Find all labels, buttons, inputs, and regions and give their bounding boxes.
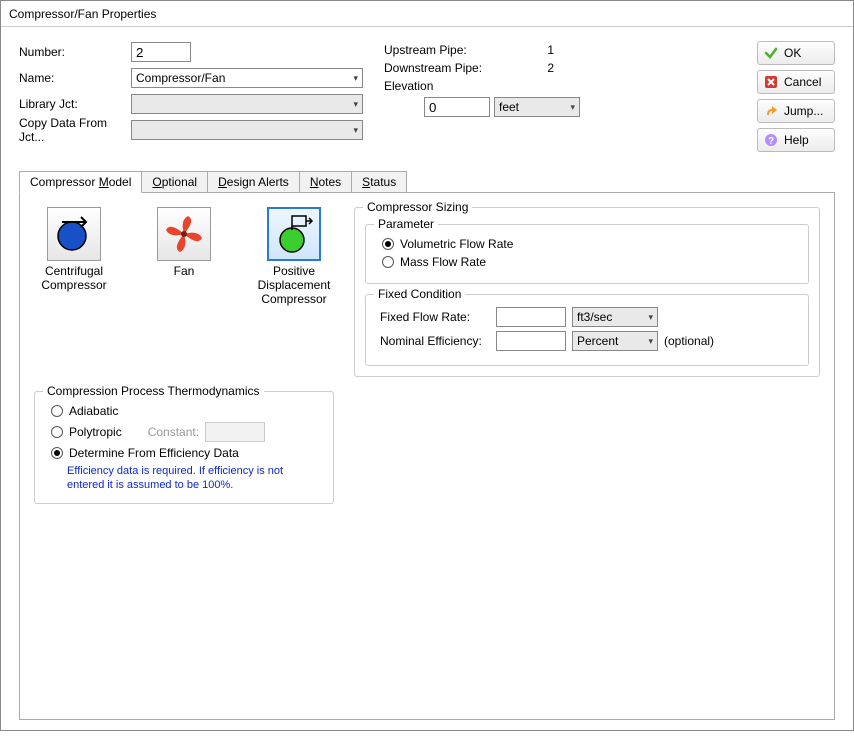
centrifugal-icon bbox=[47, 207, 101, 261]
library-combo[interactable]: ▾ bbox=[131, 94, 363, 114]
help-button-label: Help bbox=[784, 133, 809, 147]
svg-text:?: ? bbox=[768, 136, 774, 147]
radio-icon bbox=[382, 238, 394, 250]
jump-button[interactable]: Jump... bbox=[757, 99, 835, 123]
help-icon: ? bbox=[764, 133, 778, 147]
tab-design-alerts[interactable]: Design Alerts bbox=[207, 171, 300, 192]
number-label: Number: bbox=[19, 45, 131, 59]
fan-icon bbox=[157, 207, 211, 261]
upstream-label: Upstream Pipe: bbox=[384, 43, 524, 57]
compressor-sizing-group: Compressor Sizing Parameter Volumetric F… bbox=[354, 207, 820, 377]
model-fan-label: Fan bbox=[174, 265, 195, 279]
model-fan[interactable]: Fan bbox=[144, 207, 224, 306]
fixed-flow-label: Fixed Flow Rate: bbox=[380, 310, 490, 324]
window-title: Compressor/Fan Properties bbox=[1, 1, 853, 27]
tab-notes[interactable]: Notes bbox=[299, 171, 352, 192]
chevron-down-icon: ▾ bbox=[570, 102, 575, 113]
tab-compressor-model[interactable]: Compressor Model bbox=[19, 171, 142, 193]
radio-polytropic[interactable]: Polytropic Constant: bbox=[51, 422, 323, 442]
radio-mass[interactable]: Mass Flow Rate bbox=[382, 255, 798, 269]
model-centrifugal[interactable]: Centrifugal Compressor bbox=[34, 207, 114, 306]
ok-button[interactable]: OK bbox=[757, 41, 835, 65]
dialog-window: Compressor/Fan Properties Number: Name: … bbox=[0, 0, 854, 731]
radio-icon bbox=[51, 405, 63, 417]
chevron-down-icon: ▾ bbox=[648, 312, 653, 323]
radio-icon bbox=[51, 447, 63, 459]
tab-optional[interactable]: Optional bbox=[141, 171, 208, 192]
thermo-group: Compression Process Thermodynamics Adiab… bbox=[34, 391, 334, 504]
chevron-down-icon: ▾ bbox=[353, 99, 358, 110]
parameter-legend: Parameter bbox=[374, 217, 438, 231]
content-area: Number: Name: Compressor/Fan ▾ Library J… bbox=[1, 27, 853, 738]
radio-adiabatic[interactable]: Adiabatic bbox=[51, 404, 323, 418]
elevation-label: Elevation bbox=[384, 79, 724, 93]
dialog-buttons: OK Cancel Jump... ? Help bbox=[724, 41, 835, 152]
tab-status[interactable]: Status bbox=[351, 171, 407, 192]
fixed-condition-group: Fixed Condition Fixed Flow Rate: ft3/sec… bbox=[365, 294, 809, 366]
left-fields: Number: Name: Compressor/Fan ▾ Library J… bbox=[19, 41, 374, 145]
library-label: Library Jct: bbox=[19, 97, 131, 111]
thermo-hint: Efficiency data is required. If efficien… bbox=[67, 464, 307, 493]
chevron-down-icon: ▾ bbox=[353, 125, 358, 136]
name-combo-value: Compressor/Fan bbox=[136, 71, 225, 85]
tabstrip: Compressor Model Optional Design Alerts … bbox=[19, 170, 835, 192]
name-combo[interactable]: Compressor/Fan ▾ bbox=[131, 68, 363, 88]
check-icon bbox=[764, 46, 778, 60]
elevation-input[interactable] bbox=[424, 97, 490, 117]
nominal-input[interactable] bbox=[496, 331, 566, 351]
model-centrifugal-label: Centrifugal Compressor bbox=[41, 265, 106, 293]
copy-combo[interactable]: ▾ bbox=[131, 120, 363, 140]
fixed-flow-unit-combo[interactable]: ft3/sec ▾ bbox=[572, 307, 658, 327]
name-label: Name: bbox=[19, 71, 131, 85]
constant-label: Constant: bbox=[148, 425, 199, 439]
chevron-down-icon: ▾ bbox=[353, 73, 358, 84]
downstream-label: Downstream Pipe: bbox=[384, 61, 524, 75]
model-icons: Centrifugal Compressor Fan bbox=[34, 207, 334, 306]
model-positive[interactable]: Positive Displacement Compressor bbox=[254, 207, 334, 306]
elevation-unit-value: feet bbox=[499, 100, 519, 114]
parameter-group: Parameter Volumetric Flow Rate Mass Flow… bbox=[365, 224, 809, 284]
radio-icon bbox=[51, 426, 63, 438]
copy-label: Copy Data From Jct... bbox=[19, 116, 131, 144]
chevron-down-icon: ▾ bbox=[648, 336, 653, 347]
optional-label: (optional) bbox=[664, 334, 714, 348]
cancel-icon bbox=[764, 75, 778, 89]
positive-icon bbox=[267, 207, 321, 261]
radio-volumetric[interactable]: Volumetric Flow Rate bbox=[382, 237, 798, 251]
downstream-value: 2 bbox=[524, 61, 554, 75]
radio-determine[interactable]: Determine From Efficiency Data bbox=[51, 446, 323, 460]
nominal-label: Nominal Efficiency: bbox=[380, 334, 490, 348]
number-input[interactable] bbox=[131, 42, 191, 62]
cancel-button-label: Cancel bbox=[784, 75, 821, 89]
jump-button-label: Jump... bbox=[784, 104, 823, 118]
ok-button-label: OK bbox=[784, 46, 801, 60]
help-button[interactable]: ? Help bbox=[757, 128, 835, 152]
elevation-unit-combo[interactable]: feet ▾ bbox=[494, 97, 580, 117]
pipe-fields: Upstream Pipe: 1 Downstream Pipe: 2 Elev… bbox=[374, 41, 724, 117]
cancel-button[interactable]: Cancel bbox=[757, 70, 835, 94]
fixed-condition-legend: Fixed Condition bbox=[374, 287, 465, 301]
jump-icon bbox=[764, 104, 778, 118]
model-positive-label: Positive Displacement Compressor bbox=[258, 265, 331, 306]
fixed-flow-input[interactable] bbox=[496, 307, 566, 327]
constant-input bbox=[205, 422, 265, 442]
compressor-sizing-legend: Compressor Sizing bbox=[363, 200, 472, 214]
radio-icon bbox=[382, 256, 394, 268]
thermo-legend: Compression Process Thermodynamics bbox=[43, 384, 264, 398]
upstream-value: 1 bbox=[524, 43, 554, 57]
tab-panel: Centrifugal Compressor Fan bbox=[19, 192, 835, 720]
nominal-unit-combo[interactable]: Percent ▾ bbox=[572, 331, 658, 351]
